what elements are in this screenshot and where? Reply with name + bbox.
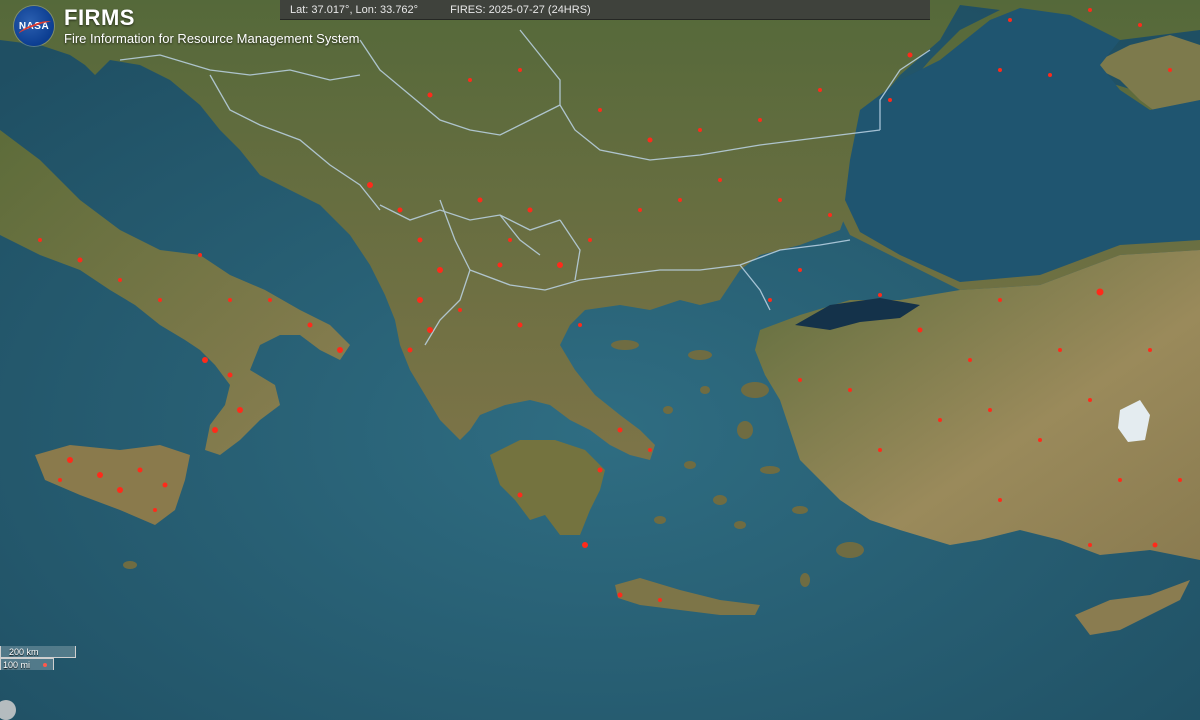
scale-km: 200 km [0, 646, 76, 658]
map-info-bar: Lat: 37.017°, Lon: 33.762° FIRES: 2025-0… [280, 0, 930, 20]
app-subtitle: Fire Information for Resource Management… [64, 31, 360, 46]
nasa-logo[interactable]: NASA [14, 6, 54, 46]
fires-date-range[interactable]: FIRES: 2025-07-27 (24HRS) [450, 4, 591, 16]
scale-mi: 100 mi [0, 658, 54, 670]
nasa-logo-text: NASA [18, 20, 50, 32]
cursor-coordinates: Lat: 37.017°, Lon: 33.762° [290, 3, 419, 16]
map-canvas[interactable] [0, 0, 1200, 720]
scale-bar: 200 km 100 mi [0, 646, 80, 676]
